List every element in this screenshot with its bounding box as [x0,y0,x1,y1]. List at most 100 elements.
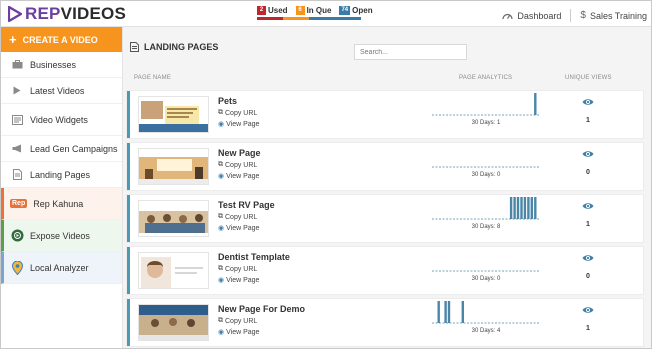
sidebar-item-lead-gen-campaigns[interactable]: Lead Gen Campaigns [1,136,122,162]
sparkline [432,166,540,168]
plus-icon: + [9,31,17,47]
sparkline-bar [530,197,533,219]
view-page-link[interactable]: ◉ View Page [218,276,259,285]
dashboard-label: Dashboard [517,10,562,21]
page-analytics-chart: 30 Days: 0 [432,248,540,292]
eye-small-icon: ◉ [218,329,225,336]
page-name[interactable]: New Page For Demo [218,304,305,314]
view-page-link[interactable]: ◉ View Page [218,328,259,337]
dollar-icon: $ [580,10,586,21]
view-page-link[interactable]: ◉ View Page [218,120,259,129]
page-title: LANDING PAGES [130,42,218,52]
view-page-link[interactable]: ◉ View Page [218,224,259,233]
sidebar-item-local-analyzer[interactable]: Local Analyzer [1,252,122,284]
page-name[interactable]: Dentist Template [218,252,290,262]
search-input[interactable] [354,44,467,60]
column-header-page-name: PAGE NAME [134,75,172,81]
sidebar-item-label: Businesses [30,59,77,70]
sparkline-bar [523,197,527,219]
column-header-unique-views: UNIQUE VIEWS [565,75,612,81]
page-name[interactable]: New Page [218,148,261,158]
eye-small-icon: ◉ [218,225,225,232]
sparkline [432,197,540,220]
thirty-day-count: 30 Days: 0 [471,276,501,282]
sparkline [432,93,540,116]
table-row: New Page For Demo ⧉ Copy URL ◉ View Page 3… [127,299,643,346]
sparkline-bar [534,197,537,219]
unique-views-count: 1 [586,117,590,124]
thirty-day-count: 30 Days: 8 [471,224,501,230]
eye-small-icon: ◉ [218,121,225,128]
create-video-button[interactable]: + CREATE A VIDEO [1,27,122,52]
eye-icon [582,151,594,157]
page-thumbnail[interactable] [138,200,209,237]
page-title-text: LANDING PAGES [144,42,219,52]
thirty-day-count: 30 Days: 4 [471,328,501,334]
play-logo-icon [8,6,22,22]
sidebar-item-landing-pages[interactable]: Landing Pages [1,162,122,188]
landing-page-list: Pets ⧉ Copy URL ◉ View Page 30 Days: 1 1 N… [127,91,651,348]
sidebar-item-label: Expose Videos [30,230,90,241]
copy-url-link[interactable]: ⧉ Copy URL [218,317,257,325]
copy-icon: ⧉ [218,213,223,220]
main-content: LANDING PAGES PAGE NAME PAGE ANALYTICS U… [123,27,651,348]
page-name[interactable]: Test RV Page [218,200,275,210]
sparkline [432,301,540,324]
page-name[interactable]: Pets [218,96,237,106]
logo[interactable]: REPVIDEOS [8,5,126,23]
top-bar: REPVIDEOS 2 Used 6 In Que 74 Open Dashbo… [1,1,651,27]
speedometer-icon [502,13,513,20]
copy-url-link[interactable]: ⧉ Copy URL [218,265,257,273]
used-count: 2 [257,6,266,15]
used-bar [257,17,283,20]
sidebar-item-latest-videos[interactable]: Latest Videos [1,78,122,104]
page-thumbnail[interactable] [138,148,209,185]
sidebar-item-label: Landing Pages [30,169,91,180]
page-thumbnail[interactable] [138,304,209,341]
page-thumbnail[interactable] [138,252,209,289]
column-header-page-analytics: PAGE ANALYTICS [459,75,513,81]
sparkline-bar [461,301,464,323]
expose-videos-icon [10,229,24,243]
copy-icon: ⧉ [218,109,223,116]
copy-icon: ⧉ [218,317,223,324]
sales-training-link[interactable]: $ Sales Training [580,10,647,21]
file-icon [10,168,24,182]
sparkline-bar [513,197,516,219]
view-page-link[interactable]: ◉ View Page [218,172,259,181]
sidebar-item-label: Latest Videos [30,85,85,96]
play-icon [10,84,24,98]
copy-url-link[interactable]: ⧉ Copy URL [218,161,257,169]
copy-url-link[interactable]: ⧉ Copy URL [218,109,257,117]
copy-icon: ⧉ [218,265,223,272]
thirty-day-count: 30 Days: 0 [471,172,501,178]
sidebar-item-label: Video Widgets [30,114,88,125]
open-counter: 74 Open [339,6,373,15]
sidebar-item-businesses[interactable]: Businesses [1,52,122,78]
eye-icon [582,307,594,313]
widget-icon [10,113,24,127]
sidebar-item-label: Lead Gen Campaigns [30,143,118,154]
sidebar: + CREATE A VIDEO Businesses Latest Video… [1,27,123,348]
open-bar [309,17,361,20]
sparkline-bar [447,301,451,323]
eye-icon [582,99,594,105]
sparkline-bar [516,197,520,219]
sidebar-item-expose-videos[interactable]: Expose Videos [1,220,122,252]
sales-training-label: Sales Training [589,10,647,21]
sidebar-item-rep-kahuna[interactable]: Rep Rep Kahuna [1,188,122,220]
document-icon [130,42,139,52]
sidebar-item-video-widgets[interactable]: Video Widgets [1,104,122,136]
page-analytics-chart: 30 Days: 4 [432,300,540,344]
copy-url-link[interactable]: ⧉ Copy URL [218,213,257,221]
rep-kahuna-badge: Rep [10,199,28,208]
create-video-label: CREATE A VIDEO [22,34,98,45]
sparkline-bar [444,301,447,323]
page-thumbnail[interactable] [138,96,209,133]
open-count: 74 [339,6,351,15]
dashboard-link[interactable]: Dashboard [502,11,561,21]
open-label: Open [352,6,373,15]
unique-views-count: 0 [586,273,590,280]
page-header: LANDING PAGES [123,27,651,71]
map-pin-icon [10,260,24,275]
